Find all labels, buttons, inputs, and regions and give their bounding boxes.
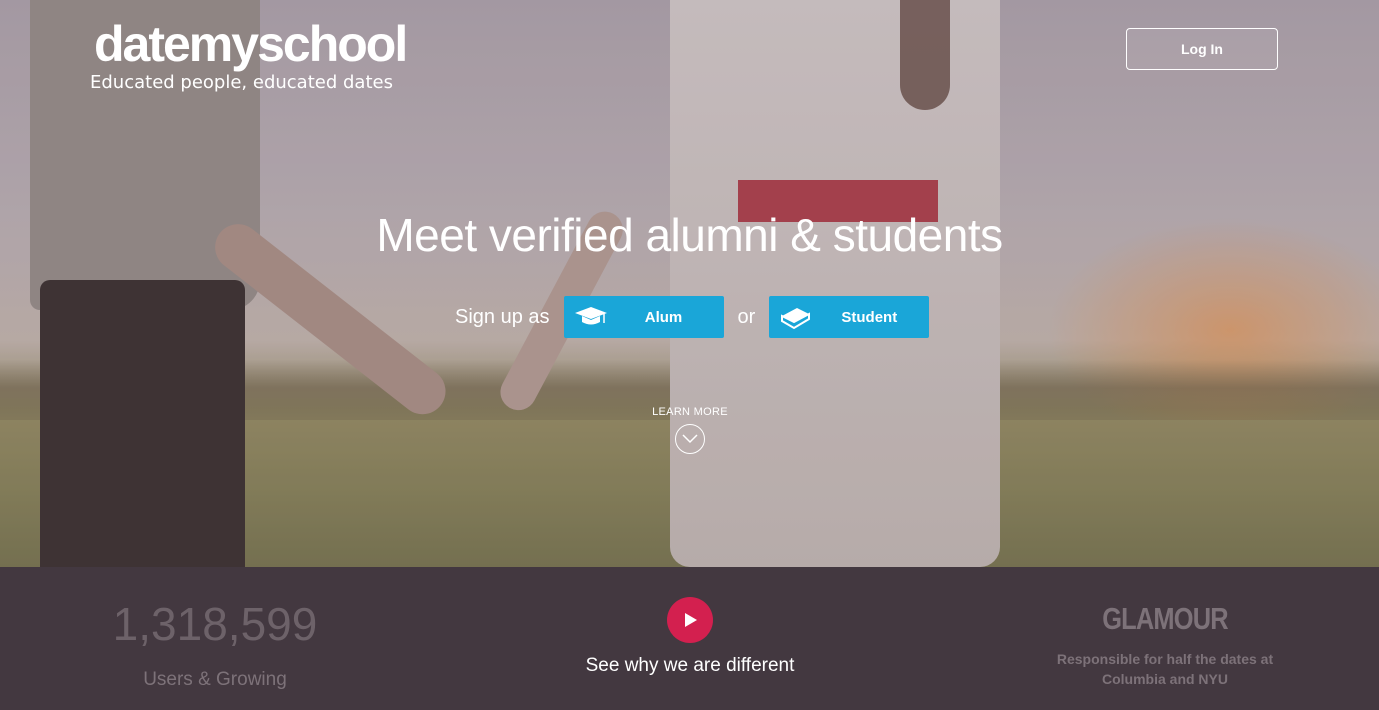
chevron-down-circle-icon [675,424,705,454]
user-count-block: 1,318,599 Users & Growing [60,597,370,691]
login-button[interactable]: Log In [1126,28,1278,70]
stats-band: 1,318,599 Users & Growing See why we are… [0,567,1379,710]
press-quote-block: GLAMOUR Responsible for half the dates a… [1030,601,1300,689]
signup-student-button[interactable]: Student [769,296,930,338]
signup-alum-button[interactable]: Alum [563,296,724,338]
user-count: 1,318,599 [112,598,318,650]
site-logo[interactable]: datemyschool Educated people, educated d… [90,14,408,93]
graduation-cap-icon [574,307,607,325]
play-icon [685,613,697,627]
user-count-label: Users & Growing [143,669,287,690]
hero-headline: Meet verified alumni & students [376,209,1003,261]
learn-more-link[interactable]: LEARN MORE [640,406,740,454]
book-icon [781,308,811,330]
play-video-button[interactable] [667,597,713,643]
learn-more-label: LEARN MORE [652,406,728,418]
or-label: or [737,305,756,328]
press-quote: Responsible for half the dates at Columb… [1056,651,1274,687]
logo-tagline: Educated people, educated dates [90,72,393,93]
signup-prefix: Sign up as [455,305,550,328]
video-block: See why we are different [530,597,850,677]
logo-name: datemyschool [94,16,408,72]
video-label[interactable]: See why we are different [530,655,850,677]
signup-row: Sign up as Alum or Student [455,296,930,338]
press-logo: GLAMOUR [1102,601,1228,636]
